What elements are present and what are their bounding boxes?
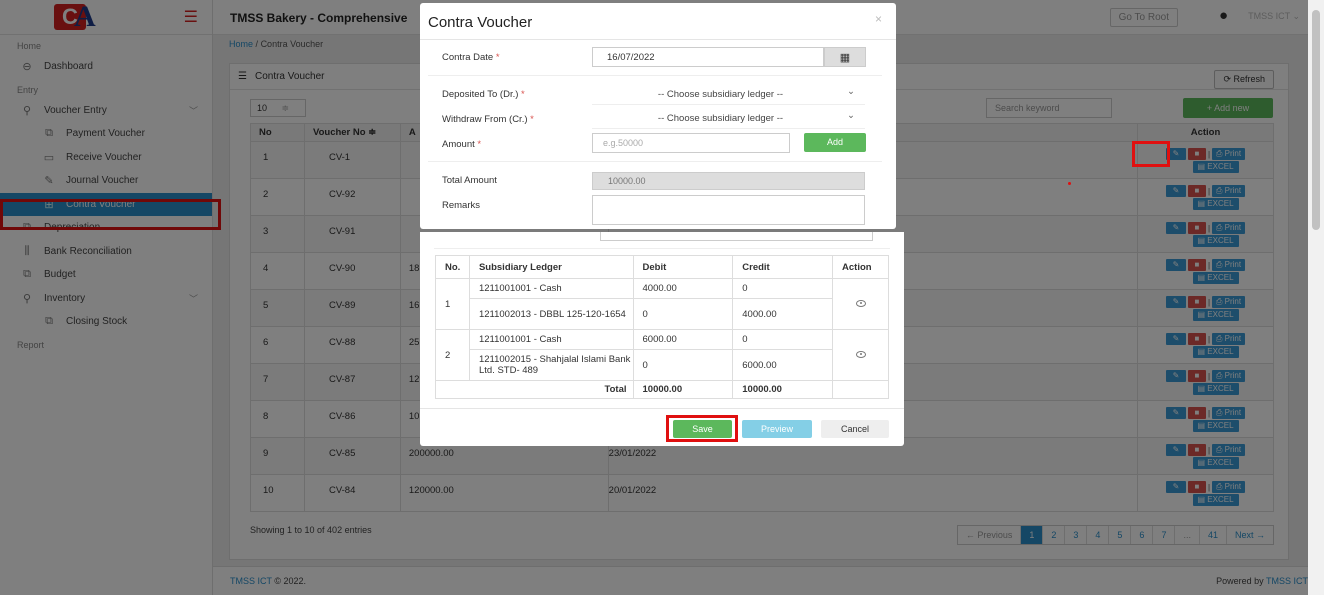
withdraw-from-select[interactable]: -- Choose subsidiary ledger -- [592, 109, 865, 129]
ledger-col-action: Action [832, 255, 889, 279]
highlight-box-edit [1132, 141, 1170, 167]
ledger-total-debit: 10000.00 [632, 380, 734, 399]
amount-label: Amount * [442, 139, 481, 150]
ledger-cell-credit: 6000.00 [732, 349, 834, 381]
deposited-to-select[interactable]: -- Choose subsidiary ledger -- [592, 85, 865, 105]
ledger-cell-action [832, 278, 889, 330]
ledger-cell-action [832, 329, 889, 381]
ledger-col-credit: Credit [732, 255, 834, 279]
section-divider [428, 161, 882, 162]
ledger-cell-credit: 0 [732, 329, 834, 350]
page-scrollbar[interactable] [1308, 0, 1324, 595]
amount-label-text: Amount [442, 139, 475, 150]
contra-voucher-modal: Contra Voucher × Contra Date * 16/07/202… [420, 3, 896, 229]
total-amount-field: 10000.00 [592, 172, 865, 190]
remove-icon[interactable] [855, 299, 866, 307]
ledger-cell-debit: 0 [632, 298, 734, 330]
amount-input[interactable]: e.g.50000 [592, 133, 790, 153]
ledger-cell-subsidiary: 1211002013 - DBBL 125-120-1654 [468, 298, 634, 330]
ledger-section: No. Subsidiary Ledger Debit Credit Actio… [420, 232, 904, 446]
ledger-total-empty [832, 380, 889, 399]
add-button[interactable]: Add [804, 133, 866, 152]
close-icon[interactable]: × [875, 12, 882, 26]
ledger-cell-credit: 4000.00 [732, 298, 834, 330]
required-mark: * [495, 52, 500, 63]
ledger-cell-no: 2 [435, 329, 470, 381]
ledger-cell-debit: 4000.00 [632, 278, 734, 299]
ledger-row: 1 1211001001 - Cash 4000.00 0 [435, 278, 889, 330]
highlight-box-save [666, 415, 738, 442]
ledger-total-label: Total [435, 380, 634, 399]
remarks-label: Remarks [442, 200, 481, 211]
scrollbar-thumb[interactable] [1312, 10, 1320, 230]
ledger-cell-debit: 0 [632, 349, 734, 381]
ledger-cell-credit: 0 [732, 278, 834, 299]
calendar-icon[interactable]: ▦ [824, 47, 866, 67]
ledger-row: 2 1211001001 - Cash 6000.00 0 [435, 329, 889, 381]
required-mark: * [521, 89, 525, 100]
remove-icon[interactable] [855, 350, 866, 358]
contra-date-label-text: Contra Date [442, 52, 494, 63]
red-dot-marker [1068, 182, 1071, 185]
deposited-to-label: Deposited To (Dr.) * [442, 89, 525, 100]
required-mark: * [530, 114, 534, 125]
modal-divider [420, 39, 896, 40]
contra-date-label: Contra Date * [442, 52, 500, 63]
required-mark: * [477, 139, 482, 150]
remarks-textarea[interactable] [592, 195, 865, 225]
ledger-cell-no: 1 [435, 278, 470, 330]
ledger-cell-subsidiary: 1211001001 - Cash [468, 278, 634, 299]
preview-button[interactable]: Preview [742, 420, 812, 438]
ledger-total-credit: 10000.00 [732, 380, 834, 399]
ledger-col-no: No. [435, 255, 470, 279]
ledger-total-row: Total 10000.00 10000.00 [435, 380, 889, 399]
ledger-cell-subsidiary: 1211002015 - Shahjalal Islami Bank Ltd. … [468, 349, 634, 381]
total-amount-label: Total Amount [442, 175, 497, 186]
ledger-table: No. Subsidiary Ledger Debit Credit Actio… [435, 255, 889, 399]
section-divider [434, 248, 890, 249]
withdraw-from-label: Withdraw From (Cr.) * [442, 114, 534, 125]
ledger-col-debit: Debit [632, 255, 734, 279]
ledger-row: 1211002013 - DBBL 125-120-1654 0 4000.00 [436, 298, 889, 330]
ledger-cell-debit: 6000.00 [632, 329, 734, 350]
ledger-row: 1211002015 - Shahjalal Islami Bank Ltd. … [436, 349, 889, 381]
contra-date-input[interactable]: 16/07/2022 [592, 47, 824, 67]
ledger-col-subsidiary: Subsidiary Ledger [468, 255, 634, 279]
modal-title: Contra Voucher [428, 14, 533, 31]
modal-footer-divider [420, 408, 904, 409]
deposited-to-label-text: Deposited To (Dr.) [442, 89, 519, 100]
ledger-header-row: No. Subsidiary Ledger Debit Credit Actio… [435, 255, 889, 279]
section-divider [428, 75, 882, 76]
remarks-resize-area[interactable] [600, 232, 873, 241]
withdraw-from-label-text: Withdraw From (Cr.) [442, 114, 528, 125]
cancel-button[interactable]: Cancel [821, 420, 889, 438]
ledger-cell-subsidiary: 1211001001 - Cash [468, 329, 634, 350]
